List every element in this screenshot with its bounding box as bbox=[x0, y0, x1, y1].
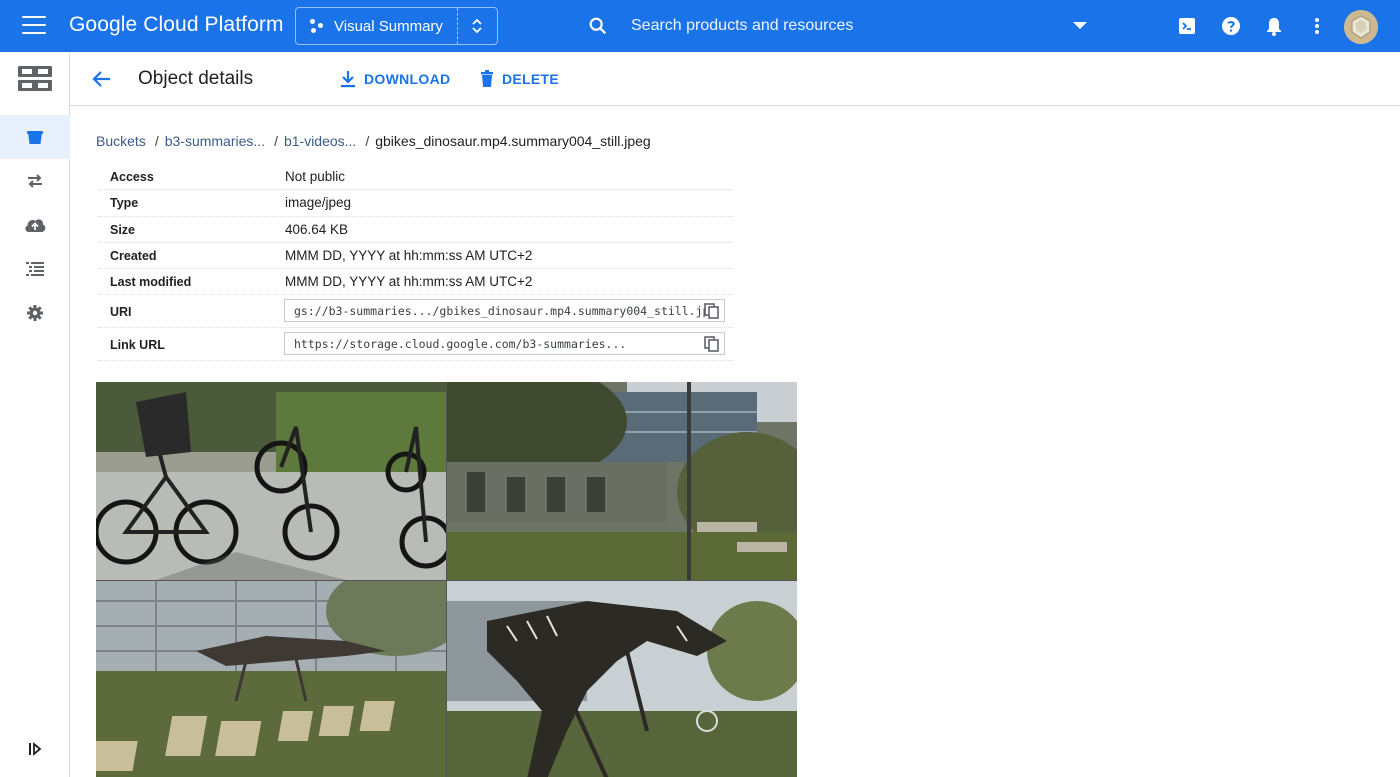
page-header: Object details DOWNLOAD DELETE bbox=[70, 52, 1400, 106]
search-icon bbox=[589, 17, 607, 35]
page-title: Object details bbox=[138, 68, 254, 89]
detail-value: MMM DD, YYYY at hh:mm:ss AM UTC+2 bbox=[285, 274, 533, 290]
detail-row-last-modified: Last modified MMM DD, YYYY at hh:mm:ss A… bbox=[99, 269, 733, 296]
avatar[interactable] bbox=[1344, 10, 1378, 44]
settings-icon[interactable] bbox=[0, 291, 70, 335]
detail-row-size: Size 406.64 KB bbox=[99, 217, 733, 243]
breadcrumb-bucket[interactable]: b3-summaries... bbox=[165, 133, 265, 149]
project-selector[interactable]: Visual Summary bbox=[295, 7, 498, 45]
delete-button[interactable]: DELETE bbox=[480, 66, 559, 92]
help-icon[interactable] bbox=[1219, 14, 1243, 38]
link-url-field[interactable]: https://storage.cloud.google.com/b3-summ… bbox=[284, 332, 725, 356]
dinosaur-skeleton-tile bbox=[96, 581, 446, 777]
link-url-value[interactable]: https://storage.cloud.google.com/b3-summ… bbox=[294, 337, 706, 351]
detail-value: Not public bbox=[285, 169, 346, 184]
menu-icon[interactable] bbox=[22, 16, 46, 36]
left-nav-rail bbox=[0, 52, 70, 777]
delete-icon bbox=[481, 70, 493, 87]
transfer-icon[interactable] bbox=[0, 159, 70, 203]
breadcrumb-separator: / bbox=[365, 133, 370, 149]
copy-icon[interactable] bbox=[704, 336, 720, 353]
building-trees-tile bbox=[447, 382, 797, 580]
detail-value: 406.64 KB bbox=[285, 221, 349, 237]
detail-label: Link URL bbox=[110, 338, 165, 353]
object-details-table: Access Not public Type image/jpeg Size 4… bbox=[99, 164, 733, 362]
detail-label: Type bbox=[110, 196, 139, 211]
uri-value[interactable]: gs://b3-summaries.../gbikes_dinosaur.mp4… bbox=[294, 304, 706, 318]
brand-title[interactable]: Google Cloud Platform bbox=[69, 13, 284, 37]
search-bar[interactable]: Search products and resources bbox=[585, 8, 1095, 44]
detail-label: Size bbox=[110, 222, 136, 237]
breadcrumb: Buckets / b3-summaries... / b1-videos...… bbox=[96, 133, 651, 149]
detail-row-access: Access Not public bbox=[99, 164, 733, 191]
bucket-icon[interactable] bbox=[0, 115, 70, 159]
back-arrow-icon[interactable] bbox=[90, 67, 114, 91]
list-icon[interactable] bbox=[0, 247, 70, 291]
breadcrumb-buckets[interactable]: Buckets bbox=[96, 133, 146, 149]
detail-label: URI bbox=[110, 305, 132, 320]
terminal-icon[interactable] bbox=[1175, 14, 1199, 38]
project-name: Visual Summary bbox=[334, 17, 443, 35]
detail-label: Access bbox=[110, 170, 154, 184]
detail-label: Last modified bbox=[110, 275, 192, 290]
breadcrumb-current: gbikes_dinosaur.mp4.summary004_still.jpe… bbox=[375, 133, 651, 149]
top-app-bar: Google Cloud Platform Visual Summary Sea… bbox=[0, 0, 1400, 52]
breadcrumb-separator: / bbox=[274, 133, 278, 149]
breadcrumb-separator: / bbox=[154, 133, 159, 149]
download-label: DOWNLOAD bbox=[364, 71, 451, 87]
uri-field[interactable]: gs://b3-summaries.../gbikes_dinosaur.mp4… bbox=[284, 299, 725, 323]
detail-value: image/jpeg bbox=[285, 195, 352, 211]
download-icon bbox=[341, 71, 355, 88]
search-dropdown-icon[interactable] bbox=[1073, 22, 1087, 29]
detail-label: Created bbox=[110, 248, 157, 263]
detail-row-link-url: Link URL https://storage.cloud.google.co… bbox=[99, 328, 733, 362]
notifications-icon[interactable] bbox=[1262, 14, 1286, 38]
delete-label: DELETE bbox=[502, 71, 560, 87]
image-preview bbox=[96, 382, 797, 777]
detail-row-uri: URI gs://b3-summaries.../gbikes_dinosaur… bbox=[99, 295, 733, 329]
bikes-tile bbox=[96, 382, 446, 580]
more-vert-icon[interactable] bbox=[1305, 14, 1329, 38]
detail-row-type: Type image/jpeg bbox=[99, 190, 733, 217]
search-input[interactable]: Search products and resources bbox=[631, 17, 853, 35]
dinosaur-closeup-tile bbox=[447, 581, 797, 777]
download-button[interactable]: DOWNLOAD bbox=[340, 66, 450, 92]
expand-rail-icon[interactable] bbox=[0, 727, 70, 771]
unfold-icon bbox=[472, 18, 482, 34]
detail-row-created: Created MMM DD, YYYY at hh:mm:ss AM UTC+… bbox=[99, 243, 733, 270]
project-icon bbox=[310, 18, 326, 34]
copy-icon[interactable] bbox=[704, 303, 720, 320]
breadcrumb-folder[interactable]: b1-videos... bbox=[284, 133, 356, 149]
divider bbox=[457, 8, 458, 44]
detail-value: MMM DD, YYYY at hh:mm:ss AM UTC+2 bbox=[285, 247, 533, 263]
storage-logo-icon bbox=[0, 54, 70, 104]
cloud-upload-icon[interactable] bbox=[0, 203, 70, 247]
